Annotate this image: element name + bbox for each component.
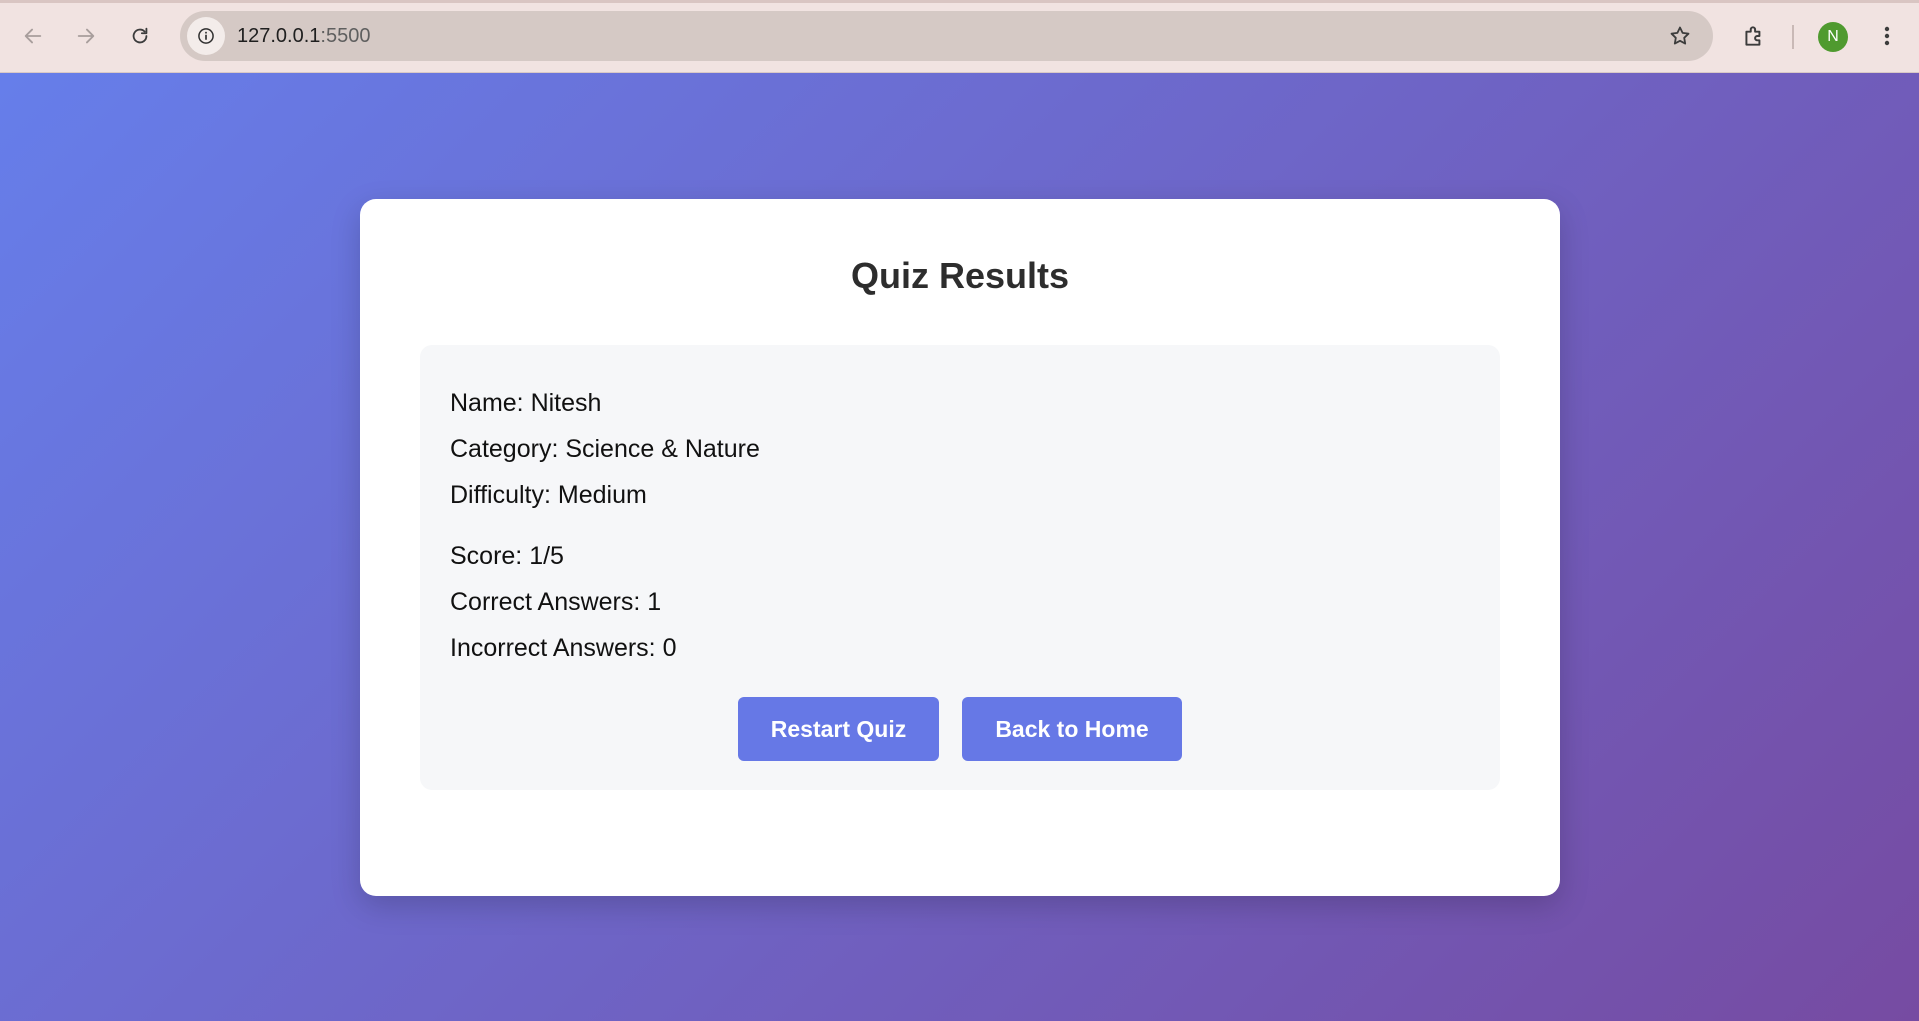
- site-info-icon: [198, 28, 214, 44]
- result-correct: Correct Answers: 1: [450, 588, 662, 616]
- results-summary: Name: Nitesh Category: Science & Nature …: [420, 345, 1500, 790]
- result-name: Name: Nitesh: [450, 389, 602, 417]
- toolbar-divider: [1792, 25, 1794, 49]
- bookmark-button[interactable]: [1663, 19, 1697, 53]
- tab-strip-edge: [0, 0, 1919, 3]
- reload-button[interactable]: [122, 18, 158, 54]
- extensions-button[interactable]: [1736, 18, 1772, 54]
- star-icon: [1670, 26, 1690, 45]
- restart-quiz-button[interactable]: Restart Quiz: [738, 697, 939, 761]
- address-bar[interactable]: 127.0.0.1:5500: [180, 11, 1713, 61]
- reload-icon: [132, 27, 148, 44]
- back-arrow-icon: [24, 28, 42, 44]
- extensions-icon: [1745, 26, 1761, 46]
- page-viewport: Quiz Results Name: Nitesh Category: Scie…: [0, 73, 1919, 1021]
- result-difficulty: Difficulty: Medium: [450, 481, 647, 509]
- more-menu-icon: [1884, 26, 1890, 46]
- result-category: Category: Science & Nature: [450, 435, 760, 463]
- forward-arrow-icon: [77, 28, 95, 44]
- site-info-button[interactable]: [187, 17, 225, 55]
- url-port: :5500: [320, 24, 371, 47]
- more-menu-button[interactable]: [1872, 18, 1902, 54]
- back-button[interactable]: [15, 18, 51, 54]
- url-text[interactable]: 127.0.0.1:5500: [237, 25, 370, 48]
- page-title: Quiz Results: [850, 255, 1070, 296]
- profile-avatar[interactable]: N: [1818, 22, 1848, 52]
- result-score: Score: 1/5: [450, 542, 564, 570]
- url-host: 127.0.0.1: [237, 24, 321, 47]
- results-card: Quiz Results Name: Nitesh Category: Scie…: [360, 199, 1560, 896]
- browser-toolbar: 127.0.0.1:5500 N: [0, 0, 1919, 73]
- forward-button[interactable]: [68, 18, 104, 54]
- result-incorrect: Incorrect Answers: 0: [450, 634, 677, 662]
- back-to-home-button[interactable]: Back to Home: [962, 697, 1182, 761]
